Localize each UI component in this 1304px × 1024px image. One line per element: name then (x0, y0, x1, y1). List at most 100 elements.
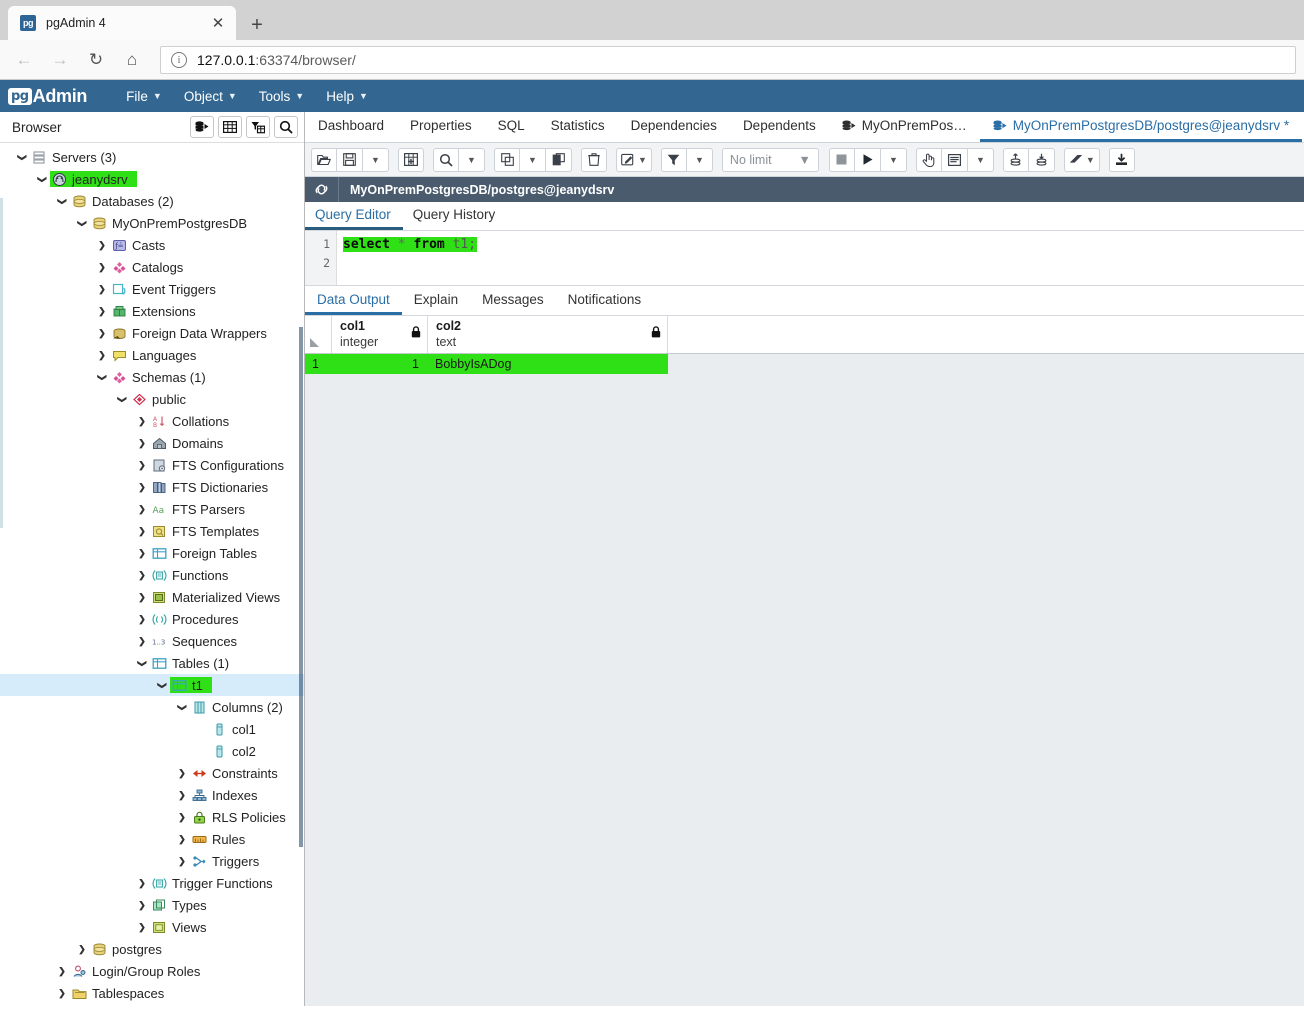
tab-dependents[interactable]: Dependents (730, 112, 829, 142)
open-file-button[interactable] (311, 147, 337, 172)
grid-corner-selector[interactable] (305, 316, 332, 353)
tab-data-output[interactable]: Data Output (305, 286, 402, 315)
tree-item-procedures[interactable]: Procedures (0, 608, 304, 630)
chevron-right-icon[interactable] (94, 284, 110, 295)
chevron-right-icon[interactable] (94, 306, 110, 317)
object-tree[interactable]: Servers (3) jeanydsrv Databases (2) MyOnPre… (0, 143, 304, 1006)
tab-query-history[interactable]: Query History (403, 202, 508, 230)
tree-item-catalogs[interactable]: Catalogs (0, 256, 304, 278)
paste-row-button[interactable] (546, 147, 572, 172)
filter-tree-button[interactable] (246, 116, 270, 138)
chevron-right-icon[interactable] (134, 416, 150, 427)
chevron-right-icon[interactable] (134, 548, 150, 559)
tree-item-rls-policies[interactable]: RLS Policies (0, 806, 304, 828)
chevron-right-icon[interactable] (134, 460, 150, 471)
save-data-changes-button[interactable]: ▼ (616, 147, 652, 172)
chevron-down-icon[interactable] (114, 394, 130, 405)
tree-item-languages[interactable]: Languages (0, 344, 304, 366)
tree-item-fts-dictionaries[interactable]: FTS Dictionaries (0, 476, 304, 498)
tree-item-login-group-roles[interactable]: Login/Group Roles (0, 960, 304, 982)
chevron-right-icon[interactable] (134, 592, 150, 603)
chevron-right-icon[interactable] (94, 328, 110, 339)
grid-column-header-col2[interactable]: col2 text (428, 316, 668, 353)
save-file-button[interactable] (337, 147, 363, 172)
chevron-down-icon[interactable] (134, 658, 150, 669)
tree-item-t1[interactable]: t1 (0, 674, 304, 696)
tree-item-foreign-data-wrappers[interactable]: Foreign Data Wrappers (0, 322, 304, 344)
tree-item-sequences[interactable]: 1..3 Sequences (0, 630, 304, 652)
object-explorer-button[interactable] (190, 116, 214, 138)
reload-icon[interactable]: ↻ (80, 44, 112, 76)
grid-cell-col2[interactable]: BobbyIsADog (428, 354, 668, 374)
tab-explain[interactable]: Explain (402, 286, 470, 315)
chevron-right-icon[interactable] (174, 768, 190, 779)
search-button[interactable] (274, 116, 298, 138)
explain-dropdown[interactable]: ▼ (967, 147, 994, 172)
chevron-down-icon[interactable] (34, 174, 50, 185)
chevron-right-icon[interactable] (134, 614, 150, 625)
tab-messages[interactable]: Messages (470, 286, 556, 315)
tree-item-materialized-views[interactable]: Materialized Views (0, 586, 304, 608)
tree-item-databases-2[interactable]: Databases (2) (0, 190, 304, 212)
chevron-right-icon[interactable] (74, 944, 90, 955)
execute-dropdown[interactable]: ▼ (880, 147, 907, 172)
find-dropdown[interactable]: ▼ (459, 147, 485, 172)
grid-row[interactable]: 1 1 BobbyIsADog (305, 354, 1304, 374)
tab-sql[interactable]: SQL (485, 112, 538, 142)
tree-item-columns-2[interactable]: Columns (2) (0, 696, 304, 718)
tree-item-myonprempostgresdb[interactable]: MyOnPremPostgresDB (0, 212, 304, 234)
chevron-right-icon[interactable] (134, 878, 150, 889)
chevron-right-icon[interactable] (174, 834, 190, 845)
filter-button[interactable] (660, 147, 687, 172)
save-file-dropdown[interactable]: ▼ (363, 147, 389, 172)
chevron-right-icon[interactable] (94, 240, 110, 251)
chevron-down-icon[interactable] (54, 196, 70, 207)
tab-dashboard[interactable]: Dashboard (305, 112, 397, 142)
tree-item-postgres01[interactable]: postgres01 (0, 1004, 304, 1006)
address-bar[interactable]: i 127.0.0.1:63374/browser/ (160, 45, 1296, 74)
clear-button[interactable]: ▼ (1063, 147, 1100, 172)
chevron-right-icon[interactable] (134, 482, 150, 493)
tree-item-extensions[interactable]: Extensions (0, 300, 304, 322)
tree-item-types[interactable]: Types (0, 894, 304, 916)
chevron-down-icon[interactable] (154, 680, 170, 691)
grid-view-button[interactable] (218, 116, 242, 138)
forward-icon[interactable]: → (44, 44, 76, 76)
output-tab-bar[interactable]: Data Output Explain Messages Notifications (305, 286, 1304, 316)
tree-item-functions[interactable]: Functions (0, 564, 304, 586)
new-tab-button[interactable]: + (240, 10, 274, 40)
chevron-right-icon[interactable] (134, 922, 150, 933)
browser-tab[interactable]: pg pgAdmin 4 ✕ (8, 6, 236, 40)
chevron-right-icon[interactable] (54, 988, 70, 999)
tree-item-servers-3[interactable]: Servers (3) (0, 146, 304, 168)
grid-cell-col1[interactable]: 1 (332, 354, 428, 374)
tree-item-event-triggers[interactable]: Event Triggers (0, 278, 304, 300)
tree-item-fts-parsers[interactable]: Aa FTS Parsers (0, 498, 304, 520)
chevron-right-icon[interactable] (174, 790, 190, 801)
tree-item-collations[interactable]: ABCollations (0, 410, 304, 432)
chevron-right-icon[interactable] (134, 636, 150, 647)
tree-item-foreign-tables[interactable]: Foreign Tables (0, 542, 304, 564)
stop-query-button[interactable] (828, 147, 855, 172)
grid-body[interactable]: 1 1 BobbyIsADog (305, 354, 1304, 374)
row-limit-select[interactable]: No limit ▼ (721, 147, 819, 172)
find-button[interactable] (433, 147, 459, 172)
tree-item-views[interactable]: Views (0, 916, 304, 938)
menu-tools[interactable]: Tools ▼ (248, 80, 315, 112)
menu-file[interactable]: File ▼ (115, 80, 173, 112)
chevron-right-icon[interactable] (174, 856, 190, 867)
back-icon[interactable]: ← (8, 44, 40, 76)
tab-properties[interactable]: Properties (397, 112, 485, 142)
chevron-right-icon[interactable] (94, 350, 110, 361)
tree-item-tablespaces[interactable]: Tablespaces (0, 982, 304, 1004)
tree-item-fts-configurations[interactable]: FTS Configurations (0, 454, 304, 476)
tab-myonprempos[interactable]: MyOnPremPos… (829, 112, 980, 142)
site-info-icon[interactable]: i (171, 51, 187, 68)
tree-item-constraints[interactable]: Constraints (0, 762, 304, 784)
grid-column-header-col1[interactable]: col1 integer (332, 316, 428, 353)
chevron-down-icon[interactable] (14, 152, 30, 163)
query-tab-bar[interactable]: Query Editor Query History (305, 202, 1304, 231)
tab-myonprempostgresdb-postgres-jeanydsrv[interactable]: MyOnPremPostgresDB/postgres@jeanydsrv * (979, 112, 1303, 142)
object-tab-bar[interactable]: Dashboard Properties SQL Statistics Dependen… (305, 112, 1304, 143)
explain-analyze-button[interactable] (941, 147, 968, 172)
